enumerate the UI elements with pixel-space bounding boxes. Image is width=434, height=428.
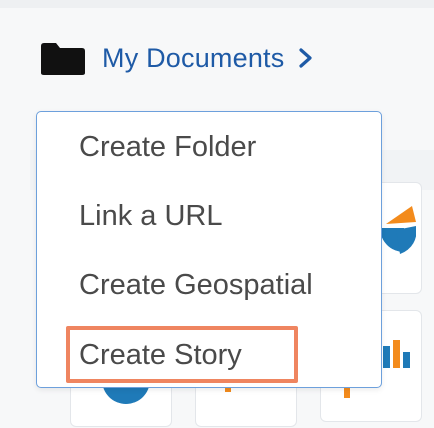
- breadcrumb-my-documents[interactable]: My Documents: [102, 43, 284, 74]
- menu-item-create-story[interactable]: Create Story: [79, 335, 242, 375]
- pie-chart-thumbnail-icon: [380, 206, 416, 254]
- menu-item-link-url[interactable]: Link a URL: [79, 196, 222, 236]
- breadcrumb: My Documents: [40, 38, 314, 78]
- chevron-right-icon[interactable]: [298, 47, 314, 69]
- menu-item-create-folder[interactable]: Create Folder: [79, 127, 256, 167]
- folder-icon[interactable]: [40, 40, 86, 76]
- create-dropdown-menu: Create Folder Link a URL Create Geospati…: [36, 111, 382, 388]
- bar-chart-thumbnail-icon: [383, 340, 410, 368]
- menu-item-create-geospatial[interactable]: Create Geospatial: [79, 265, 313, 305]
- top-strip: [0, 0, 434, 8]
